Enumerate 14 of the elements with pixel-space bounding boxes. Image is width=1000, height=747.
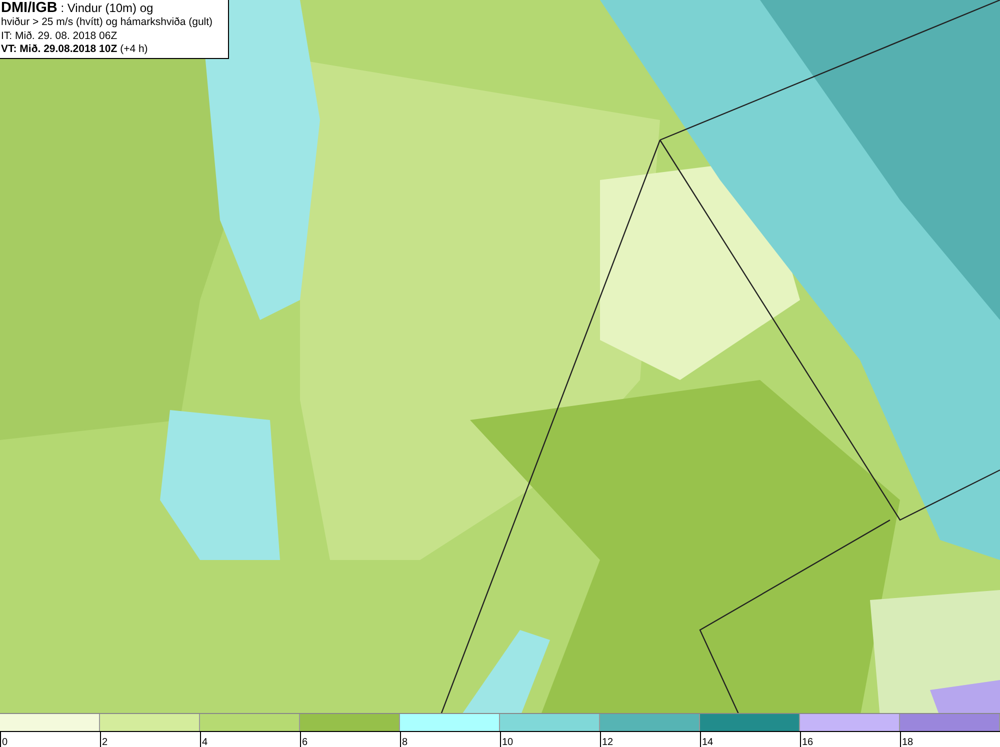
tick-label: 2 (101, 737, 108, 747)
tick-label: 14 (701, 737, 714, 747)
caption-line: VT: Mið. 29.08.2018 10Z (+4 h) (1, 43, 149, 56)
tick-label: 8 (401, 737, 408, 747)
caption-line: hviður > 25 m/s (hvítt) og hámarkshviða (gult) (1, 16, 214, 30)
caption-line: IT: Mið. 29. 08. 2018 06Z (1, 30, 118, 43)
tick-label: 6 (301, 737, 308, 747)
tick-label: 4 (201, 737, 208, 747)
tick-label: 12 (601, 737, 614, 747)
tick-label: 16 (801, 737, 814, 747)
tick-label: 10 (501, 737, 514, 747)
tick-label: 0 (1, 737, 8, 747)
caption-line: DMI/IGB : Vindur (10m) og (1, 1, 154, 16)
tick-label: 18 (901, 737, 914, 747)
